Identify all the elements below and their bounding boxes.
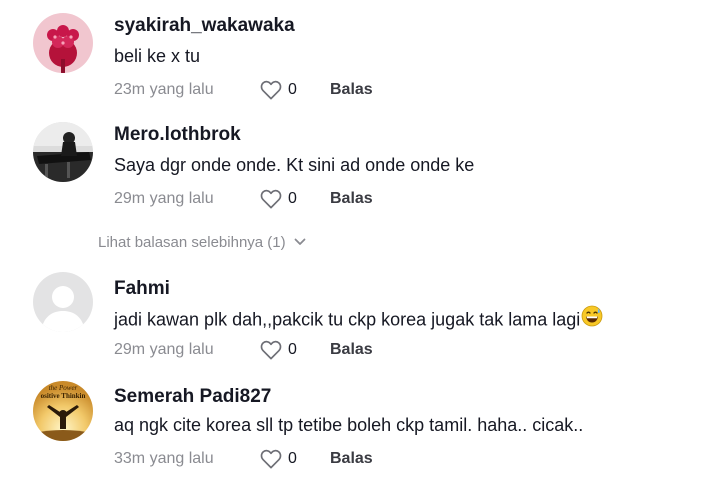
avatar[interactable] [33,13,93,73]
reply-button[interactable]: Balas [330,81,373,99]
avatar[interactable]: the Power ositive Thinkin [33,381,93,441]
like-button[interactable]: 0 [260,449,330,469]
view-more-replies-label: Lihat balasan selebihnya (1) [98,233,286,251]
heart-icon [260,80,282,100]
heart-icon [260,340,282,360]
heart-icon [260,449,282,469]
comment-text: Saya dgr onde onde. Kt sini ad onde onde… [114,155,475,175]
avatar[interactable] [33,122,93,182]
reply-button[interactable]: Balas [330,190,373,208]
comment-meta: 29m yang lalu 0 Balas [114,187,373,211]
comment-text-content: jadi kawan plk dah,,pakcik tu ckp korea … [114,309,581,330]
comment-text: jadi kawan plk dah,,pakcik tu ckp korea … [114,305,603,334]
comment-time: 29m yang lalu [114,341,214,358]
book-title-line-2: ositive Thinkin [41,392,86,400]
comment-time: 29m yang lalu [114,190,214,207]
comment-list: syakirah_wakawaka beli ke x tu 23m yang … [0,0,715,479]
comment-time: 33m yang lalu [114,450,214,467]
chevron-down-icon [294,238,306,245]
bw-photo-avatar-icon [33,122,93,182]
comment-text: aq ngk cite korea sll tp tetibe boleh ck… [114,415,584,435]
like-button[interactable]: 0 [260,189,330,209]
reply-button[interactable]: Balas [330,341,373,359]
like-count: 0 [288,450,297,467]
like-button[interactable]: 0 [260,340,330,360]
grinning-sweat-emoji-icon [581,305,603,332]
default-user-avatar-icon [33,272,93,332]
like-button[interactable]: 0 [260,80,330,100]
comment-username[interactable]: Semerah Padi827 [114,386,271,408]
like-count: 0 [288,341,297,358]
comment-meta: 33m yang lalu 0 Balas [114,447,373,471]
comment-username[interactable]: Mero.lothbrok [114,124,241,146]
comment-meta: 29m yang lalu 0 Balas [114,338,373,362]
comment-username[interactable]: Fahmi [114,278,170,300]
view-more-replies-button[interactable]: Lihat balasan selebihnya (1) [98,231,306,253]
like-count: 0 [288,81,297,98]
like-count: 0 [288,190,297,207]
pink-flower-avatar-icon [33,13,93,73]
comment-time: 23m yang lalu [114,81,214,98]
comment-meta: 23m yang lalu 0 Balas [114,78,373,102]
reply-button[interactable]: Balas [330,450,373,468]
avatar[interactable] [33,272,93,332]
comment-username[interactable]: syakirah_wakawaka [114,15,295,37]
book-cover-avatar-icon: the Power ositive Thinkin [33,381,93,441]
comment-text: beli ke x tu [114,46,201,66]
book-title-line-1: the Power [49,384,78,392]
heart-icon [260,189,282,209]
